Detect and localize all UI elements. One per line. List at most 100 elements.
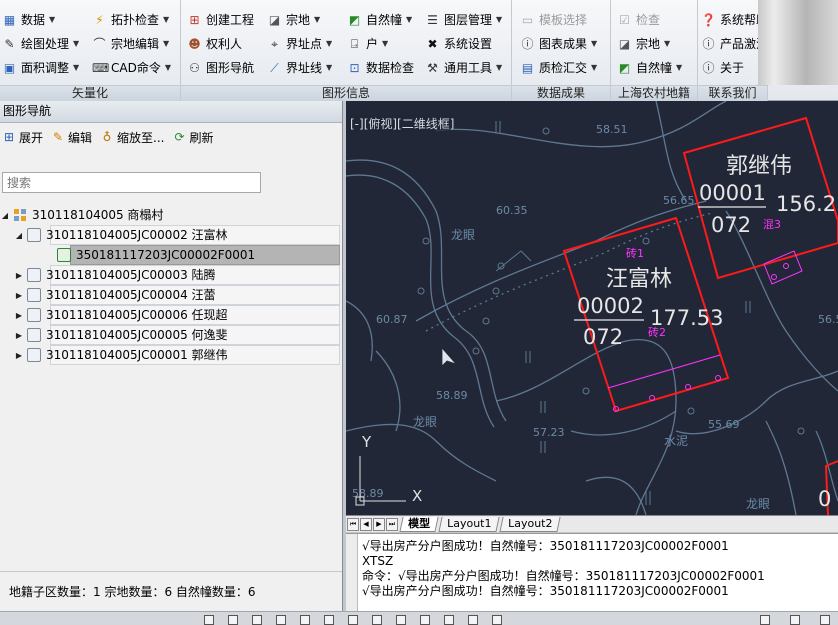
axis-y-label: Y <box>361 433 372 451</box>
ribbon-btn-building[interactable]: ◩ 自然幢 ▼ <box>347 9 412 31</box>
tree-node-parcel[interactable]: ▶ 310118104005JC00004 汪蕾 <box>14 285 340 305</box>
zoom-to-button[interactable]: ♁ 缩放至... <box>100 129 165 146</box>
tab-layout1[interactable]: Layout1 <box>438 516 501 532</box>
viewport-controls-label[interactable]: [-][俯视][二维线框] <box>350 115 455 132</box>
lineweight-icon[interactable] <box>396 615 406 625</box>
ribbon-group-title: 矢量化 <box>0 85 180 101</box>
tree-node-building[interactable]: 350181117203JC00002F0001 <box>54 245 340 265</box>
quick-view-icon[interactable] <box>444 615 454 625</box>
collapse-arrow-icon[interactable]: ◢ <box>0 206 10 225</box>
expand-icon: ⊞ <box>3 130 15 144</box>
parcel-area: 156.2 <box>776 192 836 216</box>
parcel-icon <box>27 328 41 342</box>
ribbon-btn-template[interactable]: ▭ 模板选择 <box>520 9 587 31</box>
command-window[interactable]: √导出房产分户图成功！自然幢号：350181117203JC00002F0001… <box>346 533 838 612</box>
expand-button[interactable]: ⊞ 展开 <box>2 129 43 146</box>
structure-tag: 砖2 <box>648 325 666 339</box>
ribbon-btn-owner[interactable]: ☻ 权利人 <box>187 33 242 55</box>
otrack-icon[interactable] <box>324 615 334 625</box>
osnap-icon[interactable] <box>300 615 310 625</box>
ribbon-btn-sh-parcel[interactable]: ◪ 宗地 ▼ <box>617 33 670 55</box>
ribbon-btn-cad[interactable]: ⌨ CAD命令 ▼ <box>92 57 171 79</box>
layer-icon: ☰ <box>427 12 438 27</box>
ribbon: ▦ 数据 ▼ ✎ 绘图处理 ▼ ▣ 面积调整 ▼ ⚡ 拓扑检查 ▼ ⌒ 宗地编辑 ▼ ⌨ CAD命令 ▼… <box>0 0 838 101</box>
expand-arrow-icon[interactable]: ▶ <box>14 346 24 365</box>
parcel-wangfulin[interactable]: 汪富林 00002 072 177.53 砖1 砖2 <box>562 216 730 413</box>
ribbon-btn-graphic-nav[interactable]: ⚇ 图形导航 <box>187 57 254 79</box>
grid-icon <box>14 209 26 221</box>
ribbon-btn-check[interactable]: ☑ 检查 <box>617 9 660 31</box>
parcel-partial[interactable]: 0 <box>818 460 838 515</box>
building-icon: ◩ <box>348 12 361 27</box>
command-line: 命令：√导出房产分户图成功！自然幢号：350181117203JC00002F0… <box>362 569 765 583</box>
first-tab-icon[interactable]: ⏮ <box>347 517 359 531</box>
tree-node-village[interactable]: ◢ 310118104005 商榻村 <box>0 205 340 225</box>
ribbon-btn-sh-building[interactable]: ◩ 自然幢 ▼ <box>617 57 682 79</box>
polar-icon[interactable] <box>276 615 286 625</box>
expand-arrow-icon[interactable]: ▶ <box>14 286 24 305</box>
expand-arrow-icon[interactable]: ▶ <box>14 326 24 345</box>
ribbon-btn-chart-results[interactable]: ⓘ 图表成果 ▼ <box>520 33 597 55</box>
tree-node-parcel[interactable]: ▶ 310118104005JC00005 何逸斐 <box>14 325 340 345</box>
ribbon-btn-boundary-line[interactable]: ⟋ 界址线 ▼ <box>267 57 332 79</box>
fullscreen-icon[interactable] <box>820 615 830 625</box>
expand-arrow-icon[interactable]: ▶ <box>14 266 24 285</box>
boundary-point-icon: ⌖ <box>271 36 278 51</box>
workspace-icon[interactable] <box>760 615 770 625</box>
grid-icon[interactable] <box>228 615 238 625</box>
ortho-icon[interactable] <box>252 615 262 625</box>
structure-tag: 混3 <box>763 218 781 231</box>
ribbon-btn-general-tools[interactable]: ⚒ 通用工具 ▼ <box>425 57 502 79</box>
expand-arrow-icon[interactable]: ▶ <box>14 306 24 325</box>
lock-icon[interactable] <box>790 615 800 625</box>
parcel-icon <box>27 268 41 282</box>
ribbon-btn-data[interactable]: ▦ 数据 ▼ <box>2 9 55 31</box>
ribbon-btn-layers[interactable]: ☰ 图层管理 ▼ <box>425 9 502 31</box>
ribbon-btn-settings[interactable]: ✖ 系统设置 <box>425 33 492 55</box>
prev-tab-icon[interactable]: ◀ <box>360 517 372 531</box>
search-input[interactable] <box>2 172 261 193</box>
parcel-guojiwei[interactable]: 郭继伟 00001 072 156.2 混3 <box>682 116 838 285</box>
ducs-icon[interactable] <box>348 615 358 625</box>
snap-icon[interactable] <box>204 615 214 625</box>
place-label: 龙眼 <box>451 228 475 242</box>
collapse-arrow-icon[interactable]: ◢ <box>14 226 24 245</box>
command-line: XTSZ <box>362 554 394 568</box>
edit-parcel-icon: ⌒ <box>93 36 106 51</box>
refresh-button[interactable]: ⟳ 刷新 <box>172 129 213 146</box>
edit-button[interactable]: ✎ 编辑 <box>51 129 92 146</box>
model-icon[interactable] <box>420 615 430 625</box>
last-tab-icon[interactable]: ⏭ <box>386 517 398 531</box>
structure-tag: 砖1 <box>626 246 644 260</box>
ribbon-btn-about[interactable]: ⓘ 关于 <box>701 57 744 79</box>
ribbon-btn-boundary-point[interactable]: ⌖ 界址点 ▼ <box>267 33 332 55</box>
ribbon-btn-parcel[interactable]: ◪ 宗地 ▼ <box>267 9 320 31</box>
owner-name: 汪富林 <box>606 267 672 292</box>
tree-node-parcel[interactable]: ◢ 310118104005JC00002 汪富林 <box>14 225 340 245</box>
cad-viewport[interactable]: 58.51 60.35 56.65 60.87 58.89 57.23 55.6… <box>346 101 838 515</box>
ribbon-btn-area[interactable]: ▣ 面积调整 ▼ <box>2 57 79 79</box>
panel-status: 地籍子区数量：1 宗地数量：6 自然幢数量：6 <box>0 571 342 611</box>
command-grip-handle[interactable] <box>346 534 358 612</box>
tab-layout2[interactable]: Layout2 <box>499 516 562 532</box>
ribbon-btn-parcel-edit[interactable]: ⌒ 宗地编辑 ▼ <box>92 33 169 55</box>
ribbon-btn-create-project[interactable]: ⊞ 创建工程 <box>187 9 254 31</box>
next-tab-icon[interactable]: ▶ <box>373 517 385 531</box>
create-project-icon: ⊞ <box>189 12 200 27</box>
elevation-label: 58.51 <box>596 123 628 136</box>
ribbon-group-title: 数据成果 <box>512 85 610 101</box>
ribbon-btn-topology[interactable]: ⚡ 拓扑检查 ▼ <box>92 9 169 31</box>
zoom-icon[interactable] <box>492 615 502 625</box>
drawing-canvas[interactable]: 58.51 60.35 56.65 60.87 58.89 57.23 55.6… <box>346 101 838 515</box>
ribbon-btn-qc[interactable]: ▤ 质检汇交 ▼ <box>520 57 597 79</box>
ribbon-btn-data-check[interactable]: ⊡ 数据检查 <box>347 57 414 79</box>
dyn-icon[interactable] <box>372 615 382 625</box>
ribbon-btn-draw[interactable]: ✎ 绘图处理 ▼ <box>2 33 79 55</box>
pan-icon[interactable] <box>468 615 478 625</box>
ribbon-btn-household[interactable]: ⍈ 户 ▼ <box>347 33 388 55</box>
tree-node-parcel[interactable]: ▶ 310118104005JC00001 郭继伟 <box>14 345 340 365</box>
tab-model[interactable]: 模型 <box>399 516 439 532</box>
tree-node-parcel[interactable]: ▶ 310118104005JC00006 任现超 <box>14 305 340 325</box>
building-icon <box>57 248 71 262</box>
tree-node-parcel[interactable]: ▶ 310118104005JC00003 陆腾 <box>14 265 340 285</box>
